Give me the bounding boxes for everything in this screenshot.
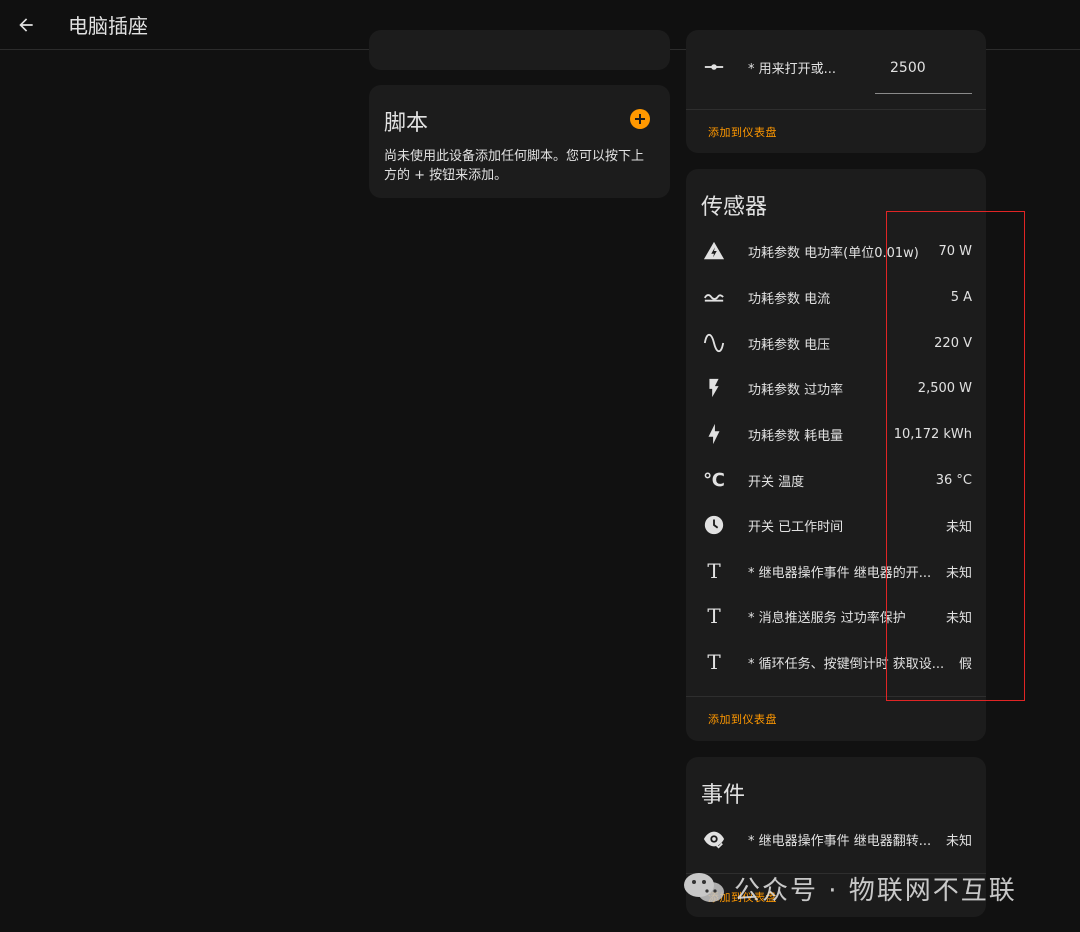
sensor-row-value: 70 W <box>938 243 972 259</box>
wechat-icon <box>684 873 724 902</box>
sensor-row-name: * 继电器操作事件 继电器的开... <box>748 565 932 581</box>
sensor-row-name: * 消息推送服务 过功率保护 <box>748 610 906 626</box>
sensor-row-name: 开关 温度 <box>748 474 805 490</box>
sensor-row-voltage[interactable]: 功耗参数 电压 220 V <box>686 320 986 366</box>
sensor-row-loop-task[interactable]: T * 循环任务、按键倒计时 获取设... 假 <box>686 639 986 685</box>
sensor-row-value: 未知 <box>945 519 972 535</box>
sensor-row-name: 开关 已工作时间 <box>748 519 844 535</box>
config-value-text: 2500 <box>890 60 926 76</box>
sensor-row-energy[interactable]: 功耗参数 耗电量 10,172 kWh <box>686 411 986 457</box>
back-arrow-icon[interactable] <box>14 13 38 37</box>
config-row-name: * 用来打开或... <box>748 61 837 77</box>
sensor-row-value: 未知 <box>945 610 972 626</box>
text-icon: T <box>707 559 721 583</box>
configuration-card: * 用来打开或... 2500 添加到仪表盘 <box>686 30 986 153</box>
sensor-row-overpower[interactable]: 功耗参数 过功率 2,500 W <box>686 365 986 411</box>
page-title: 电脑插座 <box>68 14 148 38</box>
sensors-card-title: 传感器 <box>701 195 768 220</box>
text-icon: T <box>707 650 721 674</box>
sensor-row-name: 功耗参数 耗电量 <box>748 428 844 444</box>
sensor-row-power[interactable]: 功耗参数 电功率(单位0.01w) 70 W <box>686 228 986 274</box>
scripts-card: 脚本 尚未使用此设备添加任何脚本。您可以按下上 方的 + 按钮来添加。 <box>369 85 670 198</box>
config-value-input[interactable]: 2500 <box>875 46 972 94</box>
watermark: 公众号 · 物联网不互联 <box>682 868 1017 908</box>
sensor-row-name: 功耗参数 过功率 <box>748 382 844 398</box>
sensor-row-value: 未知 <box>945 565 972 581</box>
sensor-row-value: 10,172 kWh <box>893 426 972 442</box>
sensor-row-value: 36 °C <box>935 472 972 488</box>
text-icon: T <box>707 604 721 628</box>
sensor-row-name: 功耗参数 电功率(单位0.01w) <box>748 245 919 261</box>
lightning-bolt-icon <box>702 422 726 446</box>
event-row-value: 未知 <box>945 833 972 849</box>
sine-wave-icon <box>702 331 726 355</box>
sensor-row-name: 功耗参数 电压 <box>748 337 831 353</box>
sensors-add-to-dashboard-button[interactable]: 添加到仪表盘 <box>708 711 777 727</box>
sensor-row-name: * 循环任务、按键倒计时 获取设... <box>748 656 945 672</box>
sensor-row-name: 功耗参数 电流 <box>748 291 831 307</box>
sensor-row-value: 220 V <box>934 335 972 351</box>
scripts-card-title: 脚本 <box>384 111 429 136</box>
sensor-row-value: 2,500 W <box>917 380 972 396</box>
sensors-card: 传感器 功耗参数 电功率(单位0.01w) 70 W 功耗参数 电流 5 A 功… <box>686 169 986 741</box>
sensor-row-uptime[interactable]: 开关 已工作时间 未知 <box>686 502 986 548</box>
sensor-row-value: 假 <box>958 656 972 672</box>
config-add-to-dashboard-button[interactable]: 添加到仪表盘 <box>708 124 777 140</box>
sensor-row-push-service[interactable]: T * 消息推送服务 过功率保护 未知 <box>686 593 986 639</box>
partial-card-top <box>369 30 670 70</box>
add-script-button[interactable] <box>630 109 650 129</box>
current-ac-icon <box>702 285 726 309</box>
flash-icon <box>702 376 726 400</box>
config-row[interactable]: * 用来打开或... 2500 <box>686 44 986 94</box>
sensor-row-relay-event[interactable]: T * 继电器操作事件 继电器的开... 未知 <box>686 548 986 594</box>
scripts-empty-line1: 尚未使用此设备添加任何脚本。您可以按下上 <box>384 149 645 164</box>
clock-icon <box>702 513 726 537</box>
plus-icon <box>635 114 645 124</box>
event-row-name: * 继电器操作事件 继电器翻转... <box>748 833 932 849</box>
watermark-text: 公众号 · 物联网不互联 <box>734 875 1017 906</box>
event-row-relay-flip[interactable]: * 继电器操作事件 继电器翻转... 未知 <box>686 816 986 862</box>
eye-check-icon <box>702 827 726 851</box>
config-divider <box>686 109 986 110</box>
scripts-empty-message: 尚未使用此设备添加任何脚本。您可以按下上 方的 + 按钮来添加。 <box>384 147 644 185</box>
temperature-celsius-icon: ℃ <box>703 469 725 491</box>
sensor-row-value: 5 A <box>950 289 972 305</box>
power-alert-icon <box>702 239 726 263</box>
sensor-row-temperature[interactable]: ℃ 开关 温度 36 °C <box>686 457 986 503</box>
slider-icon <box>702 55 726 79</box>
sensors-divider <box>686 696 986 697</box>
events-card-title: 事件 <box>701 783 746 808</box>
sensor-row-current[interactable]: 功耗参数 电流 5 A <box>686 274 986 320</box>
scripts-empty-line2: 方的 + 按钮来添加。 <box>384 168 508 183</box>
